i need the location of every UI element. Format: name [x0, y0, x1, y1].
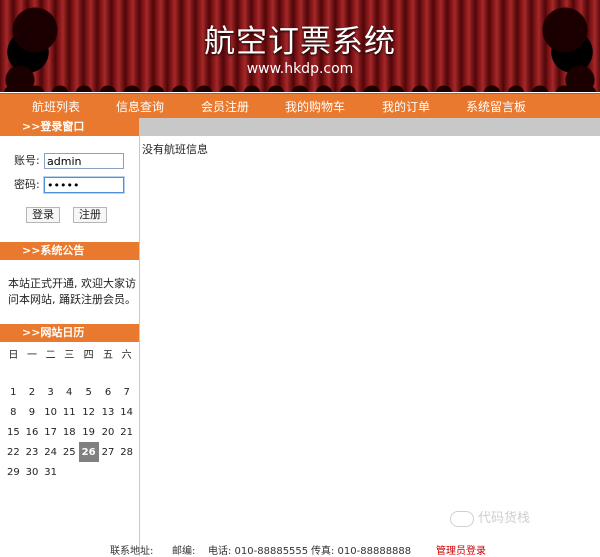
password-row: 密码:: [14, 176, 124, 193]
header-banner: 航空订票系统 www.hkdp.com: [0, 0, 600, 92]
calendar-day[interactable]: 2: [23, 382, 42, 402]
password-input[interactable]: [44, 177, 124, 193]
calendar-day[interactable]: 20: [99, 422, 118, 442]
calendar-day[interactable]: 17: [41, 422, 60, 442]
calendar-day[interactable]: 15: [4, 422, 23, 442]
calendar-day[interactable]: 3: [41, 382, 60, 402]
calendar-day[interactable]: 16: [23, 422, 42, 442]
calendar-day: [4, 362, 23, 382]
calendar-day[interactable]: 23: [23, 442, 42, 462]
calendar-weekdays: 日一二三四五六: [4, 344, 136, 362]
calendar-day: [60, 362, 79, 382]
watermark: 代码货栈: [450, 507, 530, 527]
nav-info-query[interactable]: 信息查询: [116, 98, 164, 115]
calendar-day[interactable]: 8: [4, 402, 23, 422]
calendar-day[interactable]: 13: [99, 402, 118, 422]
footer-zip: 邮编:: [172, 546, 196, 557]
calendar-day[interactable]: 27: [99, 442, 118, 462]
calendar-day[interactable]: 9: [23, 402, 42, 422]
calendar-day[interactable]: 10: [41, 402, 60, 422]
calendar-day: [117, 462, 136, 482]
calendar-weekday: 日: [8, 349, 19, 361]
calendar-day: [41, 362, 60, 382]
calendar-day: [99, 462, 118, 482]
footer-phone: 电话: 010-88885555: [208, 546, 309, 557]
account-row: 账号:: [14, 152, 124, 169]
calendar-day: [60, 462, 79, 482]
calendar-day: [99, 362, 118, 382]
login-button[interactable]: 登录: [26, 207, 60, 223]
calendar-day[interactable]: 24: [41, 442, 60, 462]
calendar-weekday: 三: [64, 349, 75, 361]
calendar-weekday: 二: [45, 349, 56, 361]
calendar-day[interactable]: 6: [99, 382, 118, 402]
calendar-day[interactable]: 22: [4, 442, 23, 462]
calendar-day[interactable]: 31: [41, 462, 60, 482]
calendar-week: 22 23 24 25 26 27 28: [4, 442, 136, 462]
main-header-bar: [140, 118, 600, 136]
calendar-day[interactable]: 11: [60, 402, 79, 422]
calendar-day[interactable]: 30: [23, 462, 42, 482]
calendar-day[interactable]: 29: [4, 462, 23, 482]
calendar-weekday: 一: [26, 349, 37, 361]
calendar-day-today[interactable]: 26: [78, 442, 99, 462]
calendar-week: 29 30 31: [4, 462, 136, 482]
sidebar: >>登录窗口 账号: 密码: 登录 注册 >>系统公告 本站正式开通, 欢迎大家…: [0, 118, 140, 556]
admin-login-link[interactable]: 管理员登录: [436, 542, 486, 557]
calendar-day[interactable]: 14: [117, 402, 136, 422]
nav-shopping-cart[interactable]: 我的购物车: [285, 98, 345, 115]
calendar-week: 1234567: [4, 382, 136, 402]
login-panel-heading: >>登录窗口: [0, 118, 139, 136]
banner-edge: [0, 80, 600, 92]
calendar-days: 1 2 3 4 5 6 7 8 9 10 11 12 13 14 15 16 17 18 19 20 21 22 23 24 2…: [4, 362, 136, 482]
calendar-weekday: 四: [83, 349, 94, 361]
calendar-day[interactable]: 28: [117, 442, 136, 462]
notice-panel-heading: >>系统公告: [0, 242, 139, 260]
footer: 联系地址: 邮编: 电话: 010-88885555 传真: 010-88888…: [0, 542, 600, 557]
nav-flight-list[interactable]: 航班列表: [32, 98, 80, 115]
calendar-weekday: 六: [121, 349, 132, 361]
calendar-week: 8 9 10 11 12 13 14: [4, 402, 136, 422]
calendar-week: 15 16 17 18 19 20 21: [4, 422, 136, 442]
calendar-day: [79, 462, 99, 482]
calendar-weekday: 五: [103, 349, 114, 361]
calendar-panel-heading: >>网站日历: [0, 324, 139, 342]
wechat-icon: [450, 510, 474, 527]
watermark-text: 代码货栈: [478, 511, 531, 526]
calendar-week: [4, 362, 136, 382]
no-flight-message: 没有航班信息: [142, 143, 208, 156]
nav-member-register[interactable]: 会员注册: [201, 98, 249, 115]
register-button[interactable]: 注册: [73, 207, 107, 223]
calendar-day[interactable]: 12: [79, 402, 99, 422]
calendar-day[interactable]: 25: [60, 442, 79, 462]
calendar-day: [23, 362, 42, 382]
footer-address: 联系地址:: [110, 546, 154, 557]
main-nav: 航班列表 信息查询 会员注册 我的购物车 我的订单 系统留言板: [0, 93, 600, 119]
calendar-day: [117, 362, 136, 382]
site-url: www.hkdp.com: [246, 61, 354, 77]
account-input[interactable]: [44, 153, 124, 169]
notice-text: 本站正式开通, 欢迎大家访问本网站, 踊跃注册会员。: [8, 277, 136, 306]
nav-guestbook[interactable]: 系统留言板: [466, 98, 526, 115]
account-label: 账号:: [14, 154, 40, 167]
calendar-day: [79, 362, 99, 382]
site-title: 航空订票系统: [204, 24, 396, 60]
calendar-day[interactable]: 4: [60, 382, 79, 402]
password-label: 密码:: [14, 178, 40, 191]
calendar-day[interactable]: 5: [79, 382, 99, 402]
calendar: 日一二三四五六 1 2 3 4 5 6 7 8 9 10 11 12 13 14 15 16 17 18 19 20 2…: [4, 344, 136, 482]
calendar-day[interactable]: 18: [60, 422, 79, 442]
calendar-day[interactable]: 1: [4, 382, 23, 402]
footer-fax: 传真: 010-88888888: [311, 546, 412, 557]
calendar-day[interactable]: 21: [117, 422, 136, 442]
calendar-day[interactable]: 19: [79, 422, 99, 442]
nav-my-orders[interactable]: 我的订单: [382, 98, 430, 115]
calendar-day[interactable]: 7: [117, 382, 136, 402]
